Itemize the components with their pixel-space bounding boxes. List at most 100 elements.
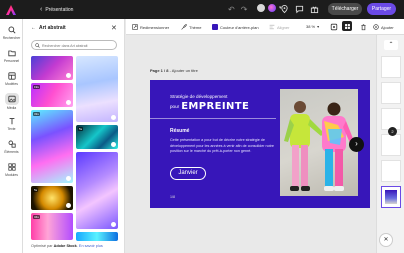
rail-label: Rechercher — [2, 36, 21, 40]
rail-item-search[interactable]: Rechercher — [0, 26, 23, 40]
duration-badge: 5s — [33, 188, 39, 192]
favorite-icon[interactable] — [111, 115, 116, 120]
rail-label: Texte — [7, 127, 16, 131]
duration-badge: 5s — [78, 127, 84, 131]
add-page-button[interactable]: Ajouter — [373, 24, 394, 30]
media-thumbnail[interactable] — [76, 152, 118, 229]
rail-item-elements[interactable]: Éléments — [0, 140, 23, 154]
back-arrow-icon[interactable]: ← — [31, 25, 36, 31]
duration-badge: 33s — [33, 112, 40, 116]
media-thumbnail[interactable]: 34s — [31, 213, 73, 240]
rail-item-media[interactable]: Média — [0, 93, 23, 110]
left-rail: Rechercher Personnel Modèles Média Texte… — [0, 19, 23, 253]
rail-item-templates[interactable]: Modèles — [0, 72, 23, 86]
delete-icon[interactable] — [360, 23, 367, 31]
brand-name: EMPREINTE — [181, 101, 250, 112]
favorite-icon[interactable] — [66, 176, 71, 181]
panel-footer: Optimisé par Adobe Stock. En savoir plus — [31, 244, 103, 248]
color-swatch — [212, 24, 218, 30]
favorite-icon[interactable] — [66, 73, 71, 78]
slide-section-title[interactable]: Résumé — [170, 128, 189, 134]
page-thumbnail[interactable] — [381, 134, 401, 156]
media-thumbnail[interactable] — [76, 56, 118, 122]
download-button[interactable]: Télécharger — [328, 3, 362, 15]
fit-page-icon[interactable] — [330, 23, 338, 31]
redo-icon[interactable]: ↷ — [241, 5, 254, 14]
slide-canvas[interactable]: Stratégie de développement pour EMPREINTE… — [150, 80, 370, 208]
media-thumbnail[interactable]: 19s — [31, 83, 73, 107]
chevron-up-icon[interactable]: ⌃ — [384, 40, 398, 50]
close-icon[interactable]: ✕ — [111, 24, 117, 32]
grid-view-button[interactable] — [342, 21, 352, 31]
favorite-icon[interactable] — [111, 142, 116, 147]
document-title[interactable]: Présentation — [45, 7, 73, 13]
adobe-express-logo[interactable] — [6, 4, 16, 15]
media-panel: ←Art abstrait ✕ 19s 33s 5s 34s 5s Optimi… — [23, 19, 125, 253]
close-icon[interactable]: ✕ — [379, 233, 393, 247]
addons-icon — [7, 163, 16, 171]
fashion-photo[interactable] — [280, 89, 358, 196]
align-button[interactable]: Aligner — [269, 24, 289, 30]
next-slide-button[interactable]: › — [349, 137, 364, 152]
page-thumbnail[interactable] — [381, 160, 401, 182]
background-color-button[interactable]: Couleur d'arrière-plan — [212, 24, 259, 30]
avatar[interactable] — [267, 3, 277, 13]
share-button[interactable]: Partager — [367, 3, 396, 15]
rail-item-modules[interactable]: Modules — [0, 163, 23, 177]
resize-button[interactable]: Redimensionner — [132, 24, 169, 30]
gift-icon[interactable] — [310, 4, 319, 14]
collaborator-avatars[interactable]: ▾ — [256, 3, 282, 13]
rail-label: Éléments — [4, 150, 19, 154]
media-thumbnail[interactable]: 5s — [31, 186, 73, 210]
slide-month-pill[interactable]: Janvier — [170, 167, 206, 180]
media-thumbnail[interactable]: 33s — [31, 110, 73, 183]
panel-title: ← Art abstrait — [31, 25, 66, 31]
rail-active-highlight — [4, 93, 19, 105]
plus-circle-icon — [373, 24, 379, 30]
slide-title-line1[interactable]: Stratégie de développement — [170, 94, 227, 99]
slide-page-number[interactable]: 1/8 — [170, 195, 175, 199]
zoom-control[interactable]: 38 % ▾ — [306, 24, 319, 29]
favorite-icon[interactable] — [66, 203, 71, 208]
undo-redo: ↶↷ — [228, 5, 253, 14]
theme-button[interactable]: Thème — [181, 24, 201, 30]
rail-item-text[interactable]: Texte — [0, 117, 23, 131]
page-thumbnail-active[interactable] — [381, 186, 401, 208]
page-thumbnail[interactable] — [381, 82, 401, 104]
divider — [150, 118, 276, 119]
undo-icon[interactable]: ↶ — [228, 5, 241, 14]
folder-icon — [7, 50, 16, 57]
rail-label: Personnel — [3, 59, 20, 63]
favorite-icon[interactable] — [66, 100, 71, 105]
adobe-stock-label: Adobe Stock — [53, 244, 77, 248]
media-icon — [7, 95, 16, 103]
duration-badge: 19s — [33, 85, 40, 89]
rail-label: Média — [6, 106, 17, 110]
page-label[interactable]: Page 1 / 8 - Ajouter un titre — [150, 68, 198, 73]
page-strip: ⌃ — [376, 35, 404, 253]
page-count-badge: 2 — [388, 127, 397, 136]
page-thumbnail[interactable] — [381, 56, 401, 78]
slide-title-line2[interactable]: pour EMPREINTE — [170, 101, 249, 112]
align-icon — [269, 24, 275, 30]
back-chevron-icon[interactable]: ‹ — [40, 6, 42, 13]
slide-body-text[interactable]: Cette présentation a pour but de décrire… — [170, 138, 276, 155]
media-thumbnail[interactable] — [31, 56, 73, 80]
comment-icon[interactable] — [295, 4, 304, 14]
rail-label: Modules — [5, 173, 18, 177]
shapes-icon — [8, 140, 16, 148]
search-input[interactable] — [42, 42, 114, 49]
text-icon — [9, 118, 14, 125]
rail-item-personal[interactable]: Personnel — [0, 49, 23, 63]
grid-icon — [344, 23, 350, 29]
duration-badge: 34s — [33, 215, 40, 219]
media-thumbnail[interactable] — [76, 232, 118, 241]
avatar[interactable] — [256, 3, 266, 13]
learn-more-link[interactable]: En savoir plus — [79, 244, 103, 248]
page-thumbnail-preview — [385, 190, 397, 204]
favorite-icon[interactable] — [111, 222, 116, 227]
search-icon — [35, 43, 40, 48]
media-thumbnail[interactable]: 5s — [76, 125, 118, 149]
search-field[interactable] — [31, 40, 117, 50]
location-pin-icon[interactable] — [280, 4, 289, 14]
